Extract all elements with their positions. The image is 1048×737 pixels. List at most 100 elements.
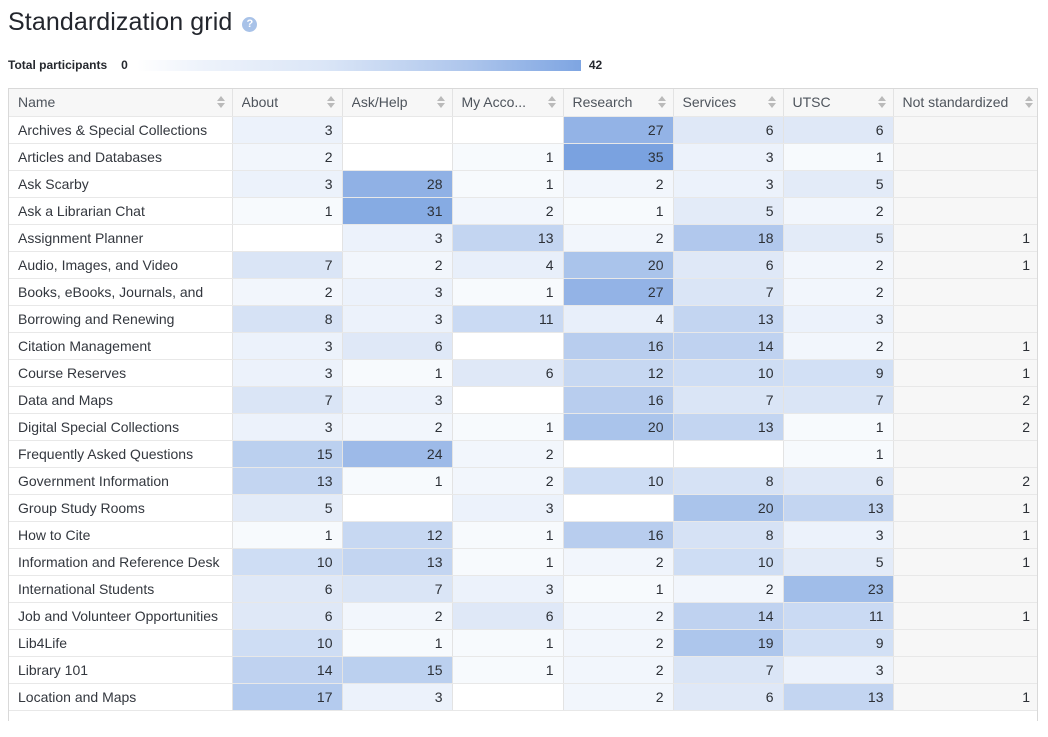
table-row[interactable]: Books, eBooks, Journals, and 2 3 1 27 7 2 bbox=[9, 278, 1037, 306]
sort-arrows-icon[interactable] bbox=[437, 95, 446, 109]
heatmap-cell: 1 bbox=[232, 197, 343, 225]
table-row[interactable]: International Students 6 7 3 1 2 23 bbox=[9, 575, 1037, 603]
table-row[interactable]: Location and Maps 17 3 2 6 13 1 bbox=[9, 683, 1037, 711]
column-header-not-standardized[interactable]: Not standardized bbox=[893, 89, 1037, 117]
heatmap-cell: 8 bbox=[232, 305, 343, 333]
heatmap-cell: 5 bbox=[232, 494, 343, 522]
cell-not-standardized: 1 bbox=[893, 224, 1037, 252]
question-circle-icon[interactable]: ? bbox=[242, 16, 258, 32]
heatmap-cell: 3 bbox=[783, 521, 894, 549]
column-header-my-acco[interactable]: My Acco... bbox=[452, 89, 564, 117]
row-name-cell: Digital Special Collections bbox=[9, 413, 233, 441]
sort-arrows-icon[interactable] bbox=[658, 95, 667, 109]
heatmap-cell: 2 bbox=[452, 467, 564, 495]
row-name-cell: Archives & Special Collections bbox=[9, 116, 233, 144]
heatmap-cell: 13 bbox=[783, 494, 894, 522]
heatmap-cell: 9 bbox=[783, 629, 894, 657]
column-header-label: Name bbox=[18, 94, 56, 111]
standardization-grid[interactable]: Name About Ask/Help My Acco... Research Servi… bbox=[8, 88, 1038, 721]
cell-not-standardized bbox=[893, 656, 1037, 684]
heatmap-cell: 7 bbox=[783, 386, 894, 414]
heatmap-cell: 3 bbox=[342, 386, 453, 414]
sort-arrows-icon[interactable] bbox=[327, 95, 336, 109]
table-row[interactable]: Data and Maps 7 3 16 7 7 2 bbox=[9, 386, 1037, 414]
heatmap-cell: 1 bbox=[452, 629, 564, 657]
table-row[interactable]: Articles and Databases 2 1 35 3 1 bbox=[9, 143, 1037, 171]
row-name-cell: Library 101 bbox=[9, 656, 233, 684]
column-header-ask-help[interactable]: Ask/Help bbox=[342, 89, 453, 117]
table-row[interactable]: Borrowing and Renewing 8 3 11 4 13 3 bbox=[9, 305, 1037, 333]
heatmap-cell: 6 bbox=[452, 359, 564, 387]
table-row[interactable]: Ask a Librarian Chat 1 31 2 1 5 2 bbox=[9, 197, 1037, 225]
heatmap-cell: 6 bbox=[673, 116, 784, 144]
heatmap-cell: 16 bbox=[563, 521, 674, 549]
table-row[interactable]: Ask Scarby 3 28 1 2 3 5 bbox=[9, 170, 1037, 198]
heatmap-cell: 2 bbox=[673, 575, 784, 603]
table-row[interactable]: Job and Volunteer Opportunities 6 2 6 2 14 11 1 bbox=[9, 602, 1037, 630]
row-name-cell: Information and Reference Desk bbox=[9, 548, 233, 576]
cell-not-standardized: 1 bbox=[893, 251, 1037, 279]
sort-arrows-icon[interactable] bbox=[548, 95, 557, 109]
column-header-research[interactable]: Research bbox=[563, 89, 674, 117]
row-name-cell: Citation Management bbox=[9, 332, 233, 360]
table-row[interactable]: Audio, Images, and Video 7 2 4 20 6 2 1 bbox=[9, 251, 1037, 279]
heatmap-cell: 7 bbox=[232, 251, 343, 279]
table-row[interactable]: Lib4Life 10 1 1 2 19 9 bbox=[9, 629, 1037, 657]
heatmap-cell: 7 bbox=[342, 575, 453, 603]
row-name-cell: Ask Scarby bbox=[9, 170, 233, 198]
table-row[interactable]: Information and Reference Desk 10 13 1 2 10 5 1 bbox=[9, 548, 1037, 576]
heatmap-cell: 1 bbox=[563, 197, 674, 225]
heatmap-cell: 1 bbox=[452, 278, 564, 306]
table-row[interactable]: Archives & Special Collections 3 27 6 6 bbox=[9, 116, 1037, 144]
heatmap-cell: 2 bbox=[342, 602, 453, 630]
sort-arrows-icon[interactable] bbox=[217, 95, 226, 109]
row-name-cell: Borrowing and Renewing bbox=[9, 305, 233, 333]
column-header-label: Ask/Help bbox=[351, 94, 408, 111]
table-row[interactable]: Citation Management 3 6 16 14 2 1 bbox=[9, 332, 1037, 360]
heatmap-cell: 13 bbox=[673, 413, 784, 441]
row-name-cell: Books, eBooks, Journals, and bbox=[9, 278, 233, 306]
heatmap-cell: 3 bbox=[783, 656, 894, 684]
heatmap-cell: 7 bbox=[232, 386, 343, 414]
cell-not-standardized: 1 bbox=[893, 359, 1037, 387]
sort-arrows-icon[interactable] bbox=[768, 95, 777, 109]
heatmap-cell bbox=[452, 332, 564, 360]
heatmap-cell: 1 bbox=[342, 359, 453, 387]
cell-not-standardized bbox=[893, 440, 1037, 468]
sort-arrows-icon[interactable] bbox=[1024, 95, 1033, 109]
heatmap-cell: 3 bbox=[673, 143, 784, 171]
table-row[interactable]: Digital Special Collections 3 2 1 20 13 1 2 bbox=[9, 413, 1037, 441]
heatmap-cell: 13 bbox=[452, 224, 564, 252]
column-header-about[interactable]: About bbox=[232, 89, 343, 117]
column-header-name[interactable]: Name bbox=[9, 89, 233, 117]
heatmap-cell bbox=[452, 683, 564, 711]
heatmap-cell: 10 bbox=[673, 359, 784, 387]
column-header-services[interactable]: Services bbox=[673, 89, 784, 117]
column-header-utsc[interactable]: UTSC bbox=[783, 89, 894, 117]
table-row[interactable]: Group Study Rooms 5 3 20 13 1 bbox=[9, 494, 1037, 522]
grid-header-row-group: Name About Ask/Help My Acco... Research Servi… bbox=[9, 89, 1037, 117]
heatmap-cell: 5 bbox=[783, 224, 894, 252]
heatmap-cell: 2 bbox=[563, 170, 674, 198]
heatmap-cell: 3 bbox=[452, 494, 564, 522]
grid-table: Name About Ask/Help My Acco... Research Servi… bbox=[9, 89, 1037, 711]
table-row[interactable]: How to Cite 1 12 1 16 8 3 1 bbox=[9, 521, 1037, 549]
heatmap-cell: 13 bbox=[783, 683, 894, 711]
heatmap-cell: 27 bbox=[563, 116, 674, 144]
sort-arrows-icon[interactable] bbox=[878, 95, 887, 109]
heatmap-cell: 6 bbox=[673, 251, 784, 279]
table-row[interactable]: Government Information 13 1 2 10 8 6 2 bbox=[9, 467, 1037, 495]
heatmap-cell: 6 bbox=[783, 467, 894, 495]
cell-not-standardized: 1 bbox=[893, 332, 1037, 360]
heatmap-cell bbox=[342, 116, 453, 144]
table-row[interactable]: Library 101 14 15 1 2 7 3 bbox=[9, 656, 1037, 684]
heatmap-cell bbox=[452, 116, 564, 144]
heatmap-cell: 3 bbox=[232, 332, 343, 360]
table-row[interactable]: Frequently Asked Questions 15 24 2 1 bbox=[9, 440, 1037, 468]
heatmap-cell: 20 bbox=[563, 413, 674, 441]
heatmap-cell: 15 bbox=[342, 656, 453, 684]
table-row[interactable]: Assignment Planner 3 13 2 18 5 1 bbox=[9, 224, 1037, 252]
table-row[interactable]: Course Reserves 3 1 6 12 10 9 1 bbox=[9, 359, 1037, 387]
heatmap-cell: 3 bbox=[673, 170, 784, 198]
row-name-cell: Assignment Planner bbox=[9, 224, 233, 252]
